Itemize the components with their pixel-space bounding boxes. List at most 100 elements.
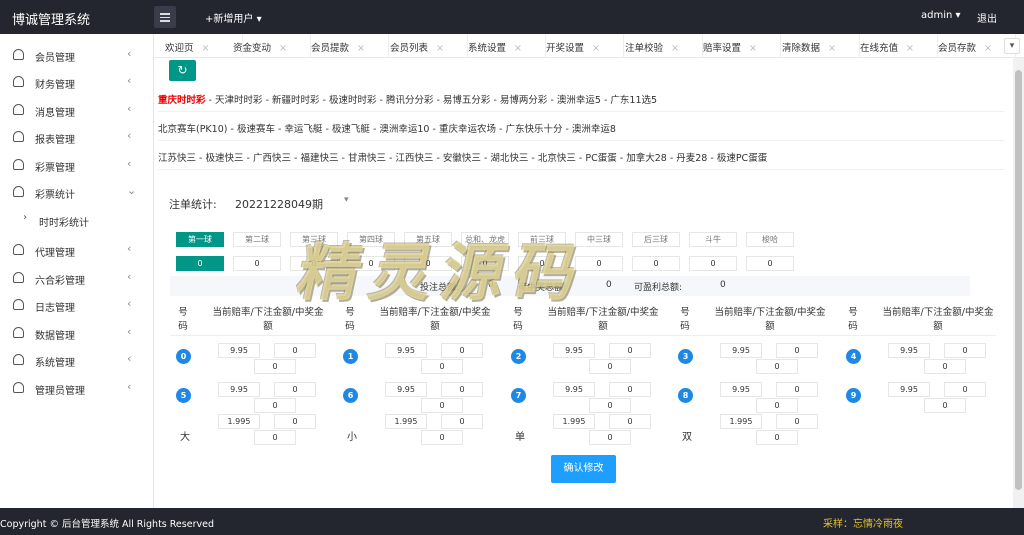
lottery-link[interactable]: 澳洲幸运5: [557, 95, 601, 106]
win-input[interactable]: 0: [924, 359, 966, 374]
lottery-link[interactable]: 重庆幸运农场: [439, 124, 496, 135]
refresh-button[interactable]: ↻: [169, 60, 196, 81]
lottery-link[interactable]: 北京赛车(PK10): [158, 124, 227, 135]
add-user-dropdown[interactable]: +新增用户 ▾: [205, 10, 262, 25]
bet-input[interactable]: 0: [776, 343, 818, 358]
bet-input[interactable]: 0: [944, 382, 986, 397]
win-input[interactable]: 0: [589, 398, 631, 413]
lottery-link[interactable]: 福建快三: [300, 153, 338, 164]
tab[interactable]: 系统设置 ×: [468, 34, 546, 58]
lottery-link[interactable]: 易博两分彩: [500, 95, 548, 106]
close-icon[interactable]: ×: [357, 43, 365, 54]
win-input[interactable]: 0: [589, 359, 631, 374]
odds-input[interactable]: 1.995: [218, 414, 260, 429]
lottery-link[interactable]: PC蛋蛋: [585, 153, 616, 164]
sidebar-item[interactable]: 管理员管理 ‹: [0, 375, 154, 401]
lottery-link[interactable]: 极速飞艇: [332, 124, 370, 135]
odds-input[interactable]: 1.995: [385, 414, 427, 429]
lottery-link[interactable]: 新疆时时彩: [272, 95, 320, 106]
lottery-link[interactable]: 极速时时彩: [329, 95, 377, 106]
close-icon[interactable]: ×: [828, 43, 836, 54]
odds-input[interactable]: 9.95: [720, 382, 762, 397]
bet-input[interactable]: 0: [441, 414, 483, 429]
tab[interactable]: 清除数据 ×: [782, 34, 860, 58]
odds-input[interactable]: 1.995: [553, 414, 595, 429]
bet-input[interactable]: 0: [609, 343, 651, 358]
lottery-link[interactable]: 安徽快三: [443, 153, 481, 164]
lottery-link[interactable]: 天津时时彩: [215, 95, 263, 106]
lottery-link[interactable]: 幸运飞艇: [284, 124, 322, 135]
bet-input[interactable]: 0: [274, 414, 316, 429]
scrollbar-thumb[interactable]: [1015, 70, 1022, 490]
tab[interactable]: 会员列表 ×: [390, 34, 468, 58]
menu-toggle-button[interactable]: [154, 6, 176, 28]
close-icon[interactable]: ×: [592, 43, 600, 54]
close-icon[interactable]: ×: [202, 43, 210, 54]
lottery-link[interactable]: 澳洲幸运10: [379, 124, 429, 135]
odds-input[interactable]: 9.95: [720, 343, 762, 358]
sidebar-item[interactable]: 彩票管理 ‹: [0, 152, 154, 178]
bet-input[interactable]: 0: [944, 343, 986, 358]
close-icon[interactable]: ×: [279, 43, 287, 54]
close-icon[interactable]: ×: [436, 43, 444, 54]
lottery-link[interactable]: 江苏快三: [158, 153, 196, 164]
odds-input[interactable]: 9.95: [553, 382, 595, 397]
win-input[interactable]: 0: [421, 430, 463, 445]
sidebar-item[interactable]: 财务管理 ‹: [0, 69, 154, 95]
win-input[interactable]: 0: [756, 359, 798, 374]
ball-tab[interactable]: 第二球: [233, 232, 281, 247]
sidebar-item[interactable]: 六合彩管理 ‹: [0, 265, 154, 291]
tab[interactable]: 欢迎页 ×: [165, 34, 243, 58]
odds-input[interactable]: 9.95: [888, 343, 930, 358]
tab[interactable]: 在线充值 ×: [860, 34, 938, 58]
lottery-link[interactable]: 丹麦28: [676, 153, 707, 164]
win-input[interactable]: 0: [421, 398, 463, 413]
odds-input[interactable]: 9.95: [553, 343, 595, 358]
close-icon[interactable]: ×: [749, 43, 757, 54]
bet-input[interactable]: 0: [274, 382, 316, 397]
bet-input[interactable]: 0: [609, 414, 651, 429]
sidebar-item[interactable]: 彩票统计 ⌄: [0, 179, 154, 205]
bet-input[interactable]: 0: [776, 414, 818, 429]
win-input[interactable]: 0: [421, 359, 463, 374]
tab[interactable]: 注单校验 ×: [625, 34, 703, 58]
ball-tab[interactable]: 后三球: [632, 232, 680, 247]
sidebar-item[interactable]: 系统管理 ‹: [0, 347, 154, 373]
sidebar-item[interactable]: 代理管理 ‹: [0, 237, 154, 263]
close-icon[interactable]: ×: [671, 43, 679, 54]
lottery-link[interactable]: 澳洲幸运8: [572, 124, 616, 135]
close-icon[interactable]: ×: [514, 43, 522, 54]
odds-input[interactable]: 9.95: [385, 382, 427, 397]
close-icon[interactable]: ×: [984, 43, 992, 54]
win-input[interactable]: 0: [924, 398, 966, 413]
logout-link[interactable]: 退出: [977, 10, 997, 25]
tab[interactable]: 资金变动 ×: [233, 34, 311, 58]
lottery-link[interactable]: 加拿大28: [626, 153, 667, 164]
lottery-link[interactable]: 重庆时时彩: [158, 95, 206, 106]
tab[interactable]: 赔率设置 ×: [703, 34, 781, 58]
win-input[interactable]: 0: [254, 359, 296, 374]
tab-more-button[interactable]: ▾: [1004, 38, 1020, 54]
lottery-link[interactable]: 江西快三: [395, 153, 433, 164]
sidebar-item[interactable]: 日志管理 ‹: [0, 292, 154, 318]
lottery-link[interactable]: 广东快乐十分: [505, 124, 562, 135]
bet-input[interactable]: 0: [609, 382, 651, 397]
ball-tab[interactable]: 斗牛: [689, 232, 737, 247]
win-input[interactable]: 0: [589, 430, 631, 445]
odds-input[interactable]: 1.995: [720, 414, 762, 429]
sidebar-item[interactable]: 数据管理 ‹: [0, 320, 154, 346]
lottery-link[interactable]: 极速PC蛋蛋: [717, 153, 767, 164]
lottery-link[interactable]: 甘肃快三: [348, 153, 386, 164]
sidebar-item[interactable]: 报表管理 ‹: [0, 124, 154, 150]
bet-input[interactable]: 0: [776, 382, 818, 397]
odds-input[interactable]: 9.95: [385, 343, 427, 358]
odds-input[interactable]: 9.95: [888, 382, 930, 397]
ball-tab[interactable]: 梭哈: [746, 232, 794, 247]
tab[interactable]: 会员提款 ×: [311, 34, 389, 58]
lottery-link[interactable]: 北京快三: [538, 153, 576, 164]
bet-input[interactable]: 0: [274, 343, 316, 358]
sidebar-item[interactable]: 会员管理 ‹: [0, 42, 154, 68]
lottery-link[interactable]: 极速快三: [205, 153, 243, 164]
confirm-button[interactable]: 确认修改: [551, 455, 616, 483]
close-icon[interactable]: ×: [906, 43, 914, 54]
